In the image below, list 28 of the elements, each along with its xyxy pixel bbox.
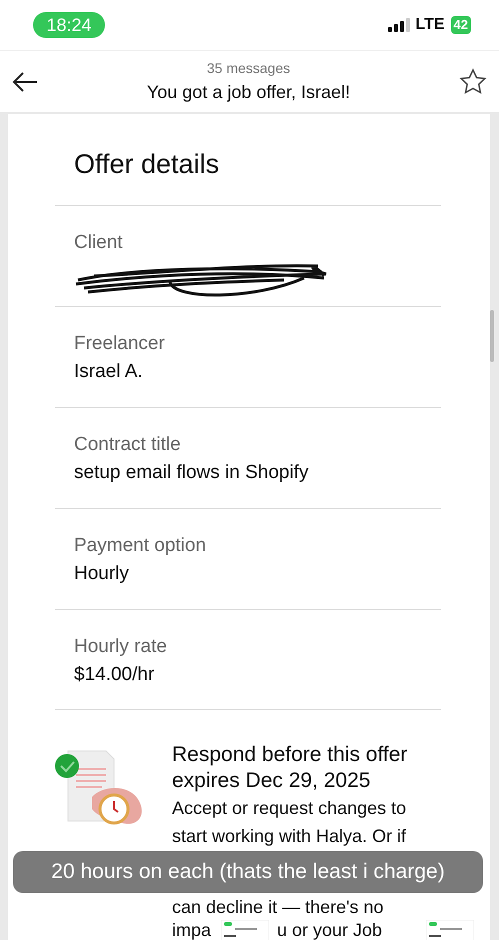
notice-text: impa	[172, 920, 212, 940]
battery-indicator: 42	[450, 16, 471, 34]
notice-text: u or your Job	[277, 920, 382, 940]
field-label: Payment option	[74, 534, 208, 558]
field-value: Israel A.	[74, 360, 144, 384]
notice-text: start working with Halya. Or if	[172, 825, 408, 848]
star-icon[interactable]	[459, 68, 487, 96]
network-label: LTE	[416, 15, 445, 35]
field-label: Hourly rate	[74, 634, 168, 658]
thumbnail[interactable]	[426, 920, 474, 940]
notice-heading: Respond before this offer expires Dec 29, 2025	[172, 742, 408, 794]
section-title: Offer details	[73, 148, 220, 181]
signal-icon	[388, 18, 410, 32]
back-icon[interactable]	[12, 70, 38, 92]
field-value: $14.00/hr	[74, 662, 156, 686]
scrollbar[interactable]	[490, 310, 494, 362]
notice-text: can decline it — there's no	[172, 896, 384, 919]
field-label: Contract title	[74, 432, 182, 456]
thumbnail[interactable]	[221, 920, 270, 940]
caption-overlay: 20 hours on each (thats the least i charge)	[13, 851, 483, 893]
field-value: Hourly	[74, 562, 130, 586]
email-subject: You got a job offer, Israel!	[146, 80, 350, 104]
notice-text: Accept or request changes to	[172, 797, 408, 820]
field-label: Freelancer	[74, 332, 166, 356]
clock: 18:24	[33, 12, 105, 38]
message-count: 35 messages	[206, 58, 290, 78]
field-label: Client	[74, 230, 124, 254]
field-value: setup email flows in Shopify	[74, 460, 310, 484]
